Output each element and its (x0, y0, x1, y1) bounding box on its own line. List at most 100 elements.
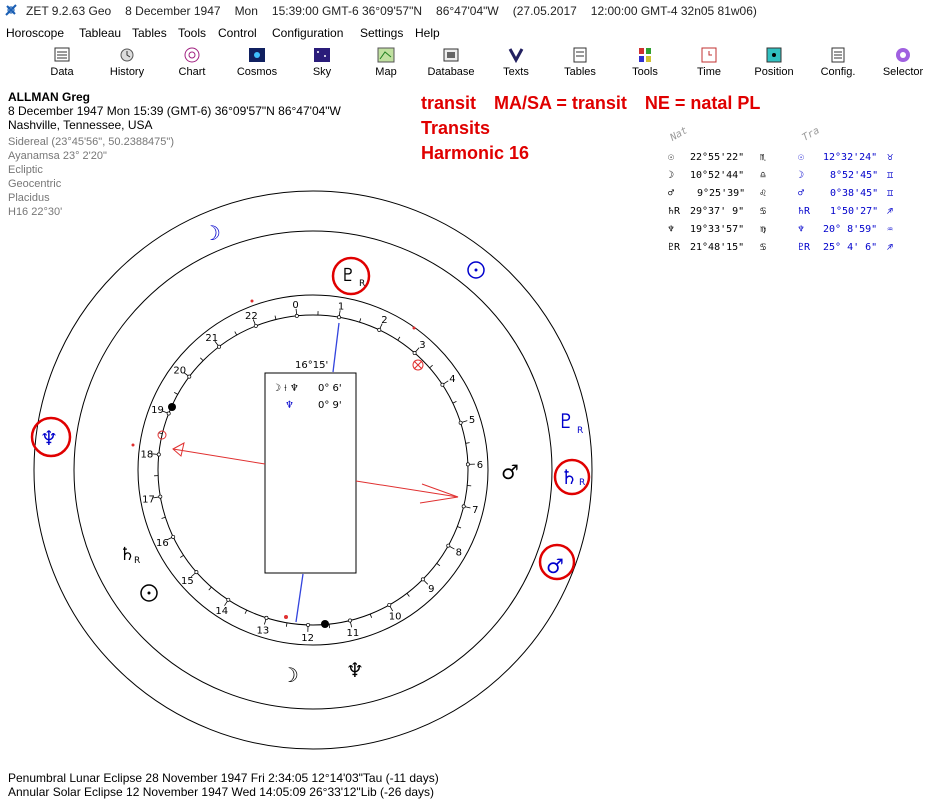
degree-tick (442, 380, 449, 386)
toolbar-config-button[interactable]: Config. (808, 44, 868, 82)
degree-node (294, 313, 299, 318)
transit-ring (73, 230, 553, 710)
degree-label: 20 (173, 365, 186, 376)
menu-horoscope[interactable]: Horoscope (6, 26, 64, 40)
ic-axis-line (295, 573, 304, 623)
headline-transits: Transits (421, 118, 491, 138)
menu-control[interactable]: Control (218, 26, 257, 40)
degree-labels: 0 12345678910111213141516171819202122 (140, 300, 483, 644)
degree-node (440, 382, 445, 387)
degree-ring-inner (157, 314, 469, 626)
aspect-box (264, 372, 357, 574)
chart-icon (184, 47, 200, 63)
transit-mars-sign: ♊ (887, 188, 894, 199)
natal-neptune-sign: ♍ (760, 224, 767, 235)
planet-row: ♂ 9°25'39" ♌ ♂ 0°38'45" ♊ (668, 188, 893, 199)
retro-marker: R (579, 478, 585, 488)
degree-label: 15 (181, 576, 194, 587)
natal-pluto-icon: ♇ (340, 265, 356, 286)
retro-marker: R (577, 426, 583, 436)
degree-tick (463, 505, 471, 509)
time-icon (701, 47, 717, 63)
toolbar-selector-button[interactable]: Selector (873, 44, 929, 82)
degree-tick (161, 516, 166, 519)
transit-saturn-icon: ♄ (560, 465, 578, 489)
aspect-value-1: 0° 6' (318, 383, 342, 394)
toolbar-sky-button[interactable]: Sky (292, 44, 352, 82)
natal-moon-sign: ♎ (760, 170, 767, 181)
menu-help[interactable]: Help (415, 26, 440, 40)
toolbar-label: Tools (632, 66, 658, 78)
transit-pluto-position: 25° 4' 6" (823, 242, 878, 253)
degree-tick (153, 496, 161, 499)
transit-neptune-icon: ♆ (40, 426, 58, 450)
map-icon (377, 47, 395, 63)
transit-moon-icon: ☽ (203, 221, 221, 245)
natal-neptune-icon: ♆ (346, 658, 364, 682)
menu-tableau[interactable]: Tableau (79, 26, 121, 40)
position-icon (766, 47, 782, 63)
transit-sun-dot (474, 268, 478, 272)
degree-node (420, 577, 425, 582)
transit-neptune-position: 20° 8'59" (823, 224, 878, 235)
natal-planet-dot (168, 403, 176, 411)
degree-node (461, 504, 466, 509)
natal-moon-icon: ☽ (281, 663, 299, 687)
degree-label: 2 (381, 315, 387, 326)
degree-tick (234, 331, 238, 336)
degree-tick (460, 420, 468, 424)
natal-planet-dot (321, 620, 329, 628)
ring-dot (250, 299, 254, 303)
natal-neptune-glyph: ♆ (668, 224, 675, 235)
toolbar-tools-button[interactable]: Tools (615, 44, 675, 82)
title-part: (27.05.2017 (512, 4, 577, 18)
degree-node (306, 622, 311, 627)
database-icon (443, 48, 459, 62)
degree-tick (263, 617, 267, 625)
toolbar-tables-button[interactable]: Tables (550, 44, 610, 82)
toolbar-chart-button[interactable]: Chart (162, 44, 222, 82)
menu-configuration[interactable]: Configuration (272, 26, 343, 40)
toolbar-time-button[interactable]: Time (679, 44, 739, 82)
degree-node (194, 570, 199, 575)
degree-node (387, 602, 392, 607)
degree-tick (414, 347, 420, 354)
solar-eclipse: Annular Solar Eclipse 12 November 1947 W… (8, 785, 435, 799)
headline-midpoint: MA/SA = transit (494, 93, 627, 113)
toolbar-label: Map (375, 66, 397, 78)
degree-tick (359, 318, 362, 323)
toolbar-label: Database (427, 66, 475, 78)
degree-tick (378, 323, 383, 331)
menu-tables[interactable]: Tables (132, 26, 167, 40)
retro-marker: R (359, 279, 365, 289)
toolbar-map-button[interactable]: Map (356, 44, 416, 82)
toolbar-texts-button[interactable]: Texts (486, 44, 546, 82)
transit-sun-icon (467, 261, 485, 279)
toolbar-cosmos-button[interactable]: Cosmos (227, 44, 287, 82)
toolbar-history-button[interactable]: History (97, 44, 157, 82)
arrow-head-icon (419, 483, 459, 504)
toolbar-position-button[interactable]: Position (744, 44, 804, 82)
toolbar-label: Sky (312, 66, 332, 78)
degree-node (377, 327, 382, 332)
degree-label: 9 (428, 584, 434, 595)
natal-pluto-glyph: ♇R (668, 242, 681, 253)
degree-tick (388, 604, 394, 612)
menu-settings[interactable]: Settings (360, 26, 403, 40)
toolbar-database-button[interactable]: Database (421, 44, 481, 82)
degree-label: 16 (156, 538, 169, 549)
setting-geocentric: Geocentric (8, 178, 62, 190)
degree-label: 21 (205, 333, 218, 344)
natal-sun-position: 22°55'22" (690, 152, 745, 163)
degree-ticks (151, 308, 475, 632)
degree-node (253, 323, 258, 328)
toolbar-data-button[interactable]: Data (32, 44, 92, 82)
transit-neptune-sign: ♒ (887, 224, 894, 235)
retro-marker: R (134, 556, 140, 566)
natal-neptune-position: 19°33'57" (690, 224, 745, 235)
natal-mars-sign: ♌ (760, 188, 767, 199)
menu-tools[interactable]: Tools (178, 26, 206, 40)
degree-node (171, 534, 176, 539)
planet-row: ☉ 22°55'22" ♏ ☉ 12°32'24" ♉ (668, 152, 893, 163)
transit-moon-sign: ♊ (887, 170, 894, 181)
